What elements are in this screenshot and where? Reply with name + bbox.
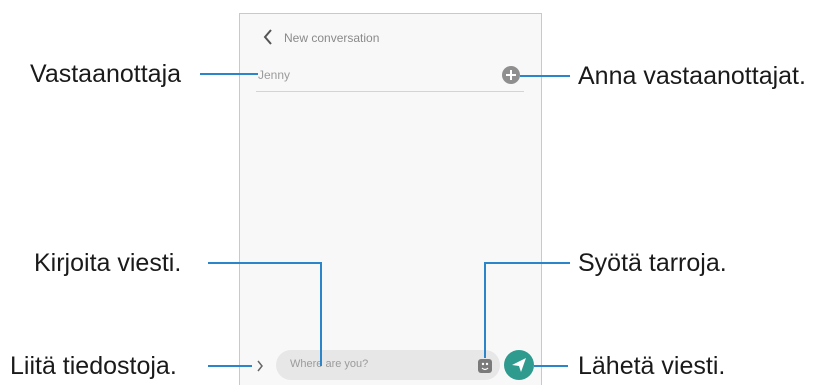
message-placeholder: Where are you? <box>290 358 369 370</box>
recipient-field[interactable]: Jenny <box>258 68 290 82</box>
callout-line-attach <box>208 365 252 367</box>
callout-line-sticker-h <box>484 262 570 264</box>
callout-recipient: Vastaanottaja <box>30 60 182 88</box>
callout-line-add <box>520 75 570 77</box>
add-recipient-icon[interactable] <box>502 66 520 84</box>
screen-title: New conversation <box>284 31 380 45</box>
callout-write-message: Kirjoita viesti. <box>34 249 182 277</box>
send-icon <box>512 358 526 372</box>
recipient-underline <box>256 91 524 92</box>
callout-line-write-h <box>208 262 322 264</box>
chevron-right-icon[interactable] <box>255 358 265 374</box>
back-chevron-icon[interactable] <box>262 27 274 47</box>
callout-add-recipients: Anna vastaanottajat. <box>578 62 806 90</box>
callout-line-send <box>534 365 568 367</box>
callout-line-write-v <box>320 262 322 366</box>
callout-attach-files: Liitä tiedostoja. <box>10 352 177 380</box>
send-button[interactable] <box>504 350 534 380</box>
sticker-icon[interactable] <box>477 358 493 374</box>
callout-send-message: Lähetä viesti. <box>578 352 726 380</box>
callout-insert-stickers: Syötä tarroja. <box>578 249 727 277</box>
callout-line-recipient <box>200 73 258 75</box>
callout-line-sticker-v <box>484 262 486 358</box>
